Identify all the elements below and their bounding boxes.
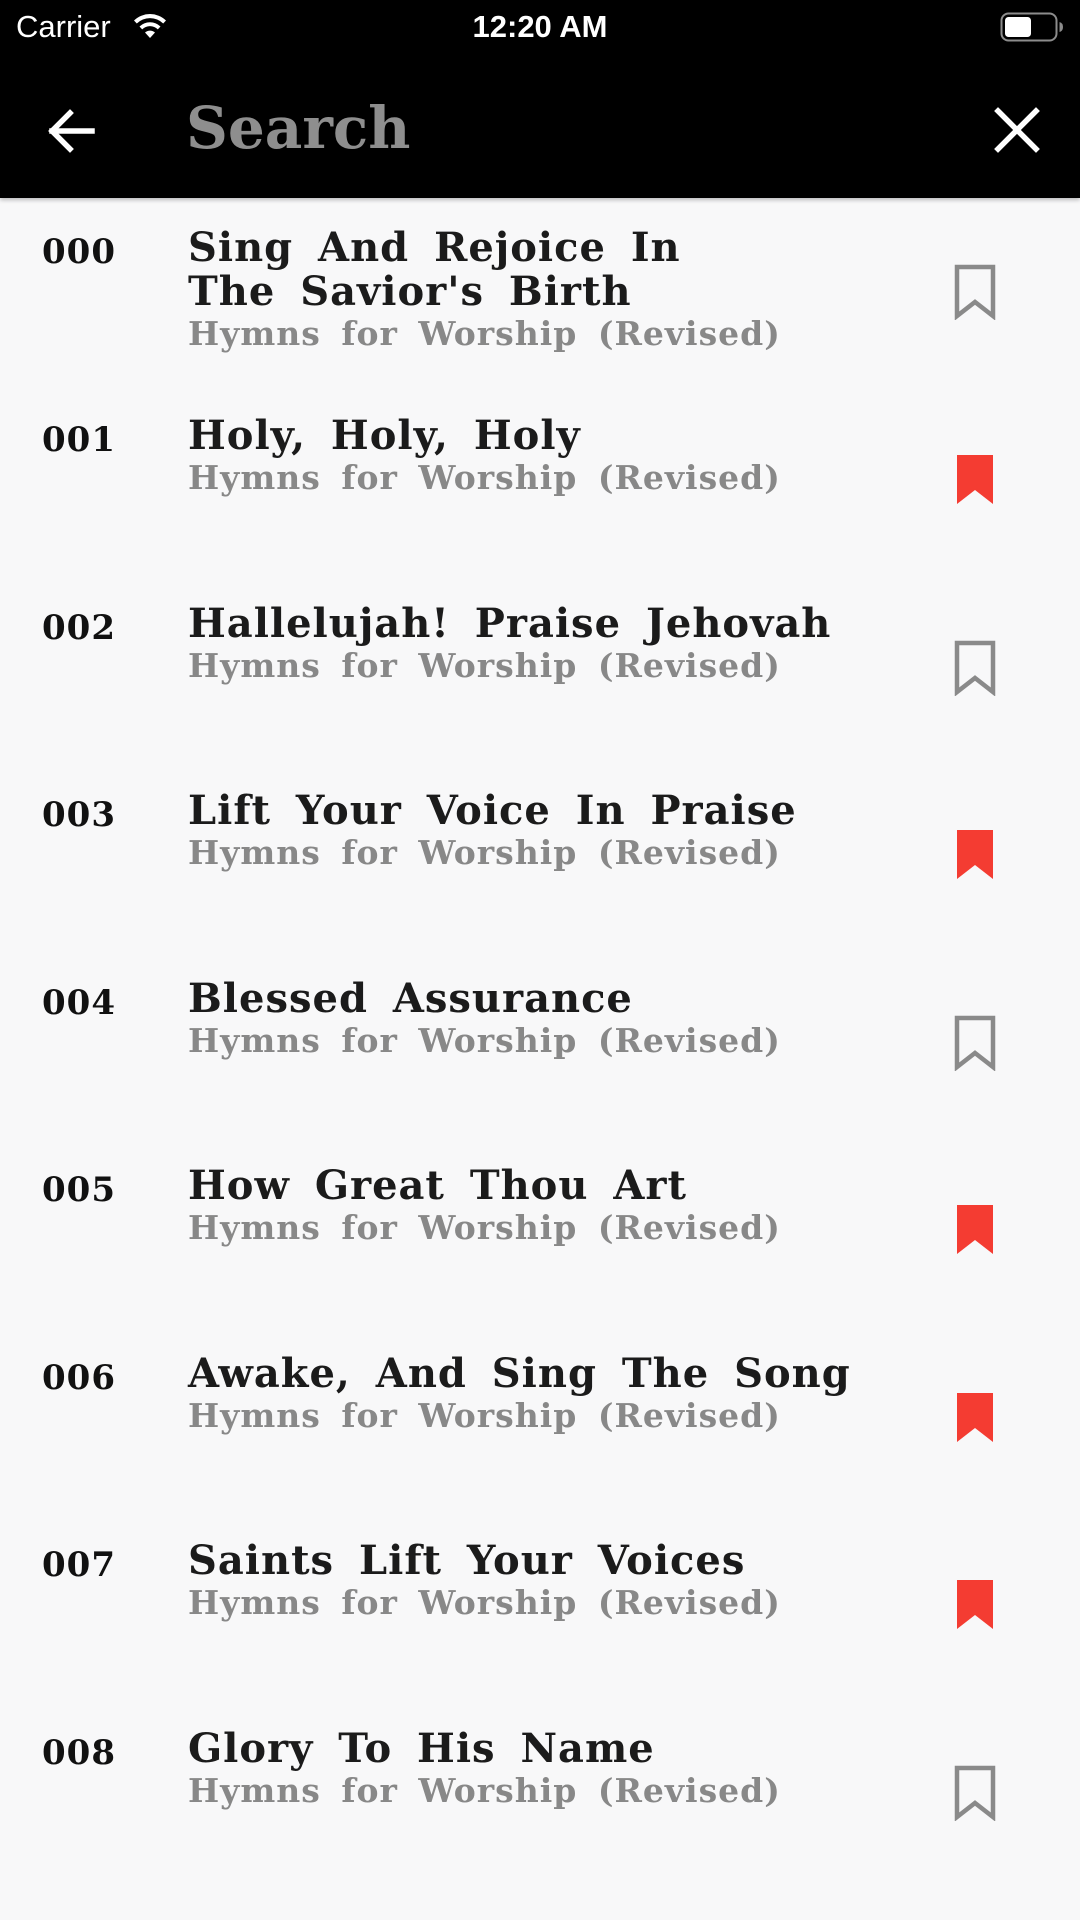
hymn-title: Holy, Holy, Holy	[188, 412, 581, 459]
bookmark-filled-icon	[957, 830, 993, 879]
list-item[interactable]: 003 Lift Your Voice In Praise Hymns for …	[0, 761, 1080, 949]
hymn-text: How Great Thou Art Hymns for Worship (Re…	[188, 1164, 928, 1248]
bookmark-filled-icon	[957, 455, 993, 504]
hymn-number: 001	[42, 420, 116, 460]
bookmark-button[interactable]	[952, 1202, 998, 1258]
bookmark-outline-icon	[954, 1765, 996, 1821]
status-bar: Carrier 12:20 AM	[0, 0, 1080, 55]
hymn-book: Hymns for Worship (Revised)	[188, 1583, 781, 1622]
bookmark-filled-icon	[957, 1392, 993, 1442]
bookmark-outline-icon	[954, 264, 996, 320]
search-header	[0, 55, 1080, 198]
hymn-text: Hallelujah! Praise Jehovah Hymns for Wor…	[188, 599, 928, 686]
hymn-number: 005	[42, 1170, 116, 1210]
list-item[interactable]: 007 Saints Lift Your Voices Hymns for Wo…	[0, 1511, 1080, 1699]
hymn-number: 000	[42, 232, 116, 272]
bookmark-button[interactable]	[952, 1577, 998, 1633]
close-button[interactable]	[988, 101, 1046, 159]
bookmark-outline-icon	[954, 1015, 996, 1071]
bookmark-button[interactable]	[952, 827, 998, 883]
hymn-title: Glory To His Name	[188, 1724, 655, 1772]
battery-icon	[1000, 12, 1063, 42]
bookmark-filled-icon	[957, 1580, 993, 1629]
hymn-book: Hymns for Worship (Revised)	[188, 458, 781, 497]
hymn-book: Hymns for Worship (Revised)	[188, 1020, 781, 1060]
arrow-left-icon	[48, 109, 95, 153]
hymn-book: Hymns for Worship (Revised)	[188, 1395, 781, 1435]
hymn-book: Hymns for Worship (Revised)	[188, 314, 781, 353]
bookmark-button[interactable]	[952, 1390, 998, 1446]
bookmark-button[interactable]	[952, 640, 998, 696]
search-input[interactable]	[186, 85, 946, 171]
hymn-text: Glory To His Name Hymns for Worship (Rev…	[188, 1724, 928, 1811]
hymn-list: 000 Sing And Rejoice In The Savior's Bir…	[0, 198, 1080, 1920]
back-button[interactable]	[40, 101, 104, 161]
hymn-title: Blessed Assurance	[188, 974, 633, 1022]
hymn-title: Awake, And Sing The Song	[188, 1349, 851, 1397]
hymn-text: Blessed Assurance Hymns for Worship (Rev…	[188, 974, 928, 1061]
hymn-number: 007	[42, 1545, 116, 1585]
hymn-title: How Great Thou Art	[188, 1162, 687, 1209]
bookmark-filled-icon	[957, 1205, 993, 1254]
list-item[interactable]: 001 Holy, Holy, Holy Hymns for Worship (…	[0, 386, 1080, 574]
list-item[interactable]: 000 Sing And Rejoice In The Savior's Bir…	[0, 198, 1080, 386]
hymn-book: Hymns for Worship (Revised)	[188, 1770, 781, 1810]
hymn-number: 002	[42, 607, 116, 648]
hymn-title: Hallelujah! Praise Jehovah	[188, 599, 832, 647]
bookmark-button[interactable]	[952, 1765, 998, 1821]
hymn-number: 006	[42, 1357, 116, 1398]
hymn-text: Sing And Rejoice In The Savior's Birth H…	[188, 226, 928, 354]
hymn-text: Holy, Holy, Holy Hymns for Worship (Revi…	[188, 414, 928, 498]
hymn-book: Hymns for Worship (Revised)	[188, 833, 781, 872]
hymn-text: Awake, And Sing The Song Hymns for Worsh…	[188, 1349, 928, 1436]
hymn-number: 004	[42, 982, 116, 1023]
bookmark-button[interactable]	[952, 264, 998, 320]
hymn-title: Sing And Rejoice In The Savior's Birth	[188, 224, 681, 315]
hymn-title: Lift Your Voice In Praise	[188, 787, 797, 834]
bookmark-button[interactable]	[952, 1015, 998, 1071]
close-icon	[994, 107, 1040, 153]
status-time: 12:20 AM	[472, 9, 608, 44]
hymn-text: Saints Lift Your Voices Hymns for Worshi…	[188, 1539, 928, 1623]
hymn-number: 003	[42, 795, 116, 835]
list-item[interactable]: 005 How Great Thou Art Hymns for Worship…	[0, 1136, 1080, 1324]
hymn-book: Hymns for Worship (Revised)	[188, 1208, 781, 1247]
hymn-text: Lift Your Voice In Praise Hymns for Wors…	[188, 789, 928, 873]
bookmark-button[interactable]	[952, 452, 998, 508]
list-item[interactable]: 002 Hallelujah! Praise Jehovah Hymns for…	[0, 574, 1080, 762]
hymn-title: Saints Lift Your Voices	[188, 1537, 746, 1584]
hymn-number: 008	[42, 1732, 116, 1773]
hymn-book: Hymns for Worship (Revised)	[188, 645, 781, 685]
list-item[interactable]: 006 Awake, And Sing The Song Hymns for W…	[0, 1324, 1080, 1512]
list-item[interactable]: 008 Glory To His Name Hymns for Worship …	[0, 1699, 1080, 1887]
list-item[interactable]: 004 Blessed Assurance Hymns for Worship …	[0, 949, 1080, 1137]
bookmark-outline-icon	[954, 640, 996, 696]
